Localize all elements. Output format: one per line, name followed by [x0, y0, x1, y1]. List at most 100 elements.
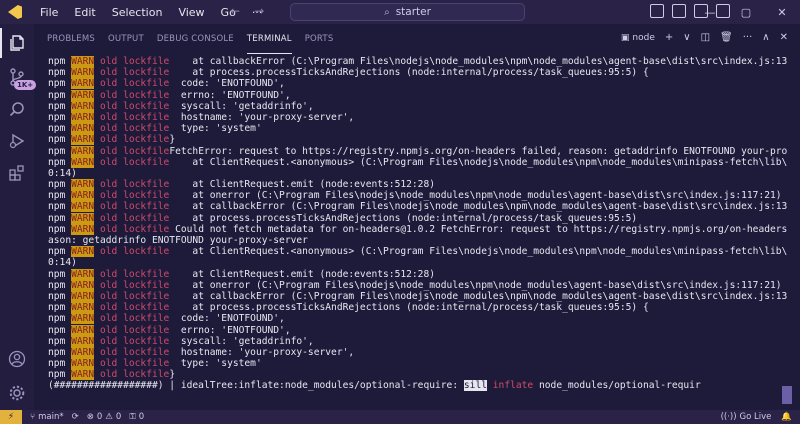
sync-icon[interactable]: ⟳	[72, 412, 79, 422]
kill-terminal-icon[interactable]: 🗑	[720, 32, 733, 43]
search-icon: ⌕	[384, 6, 390, 18]
menu-selection[interactable]: Selection	[104, 6, 171, 19]
npm-prefix: npm	[48, 302, 66, 314]
npm-prefix: npm	[48, 100, 66, 112]
terminal-line: npm WARN old lockfile at callbackError (…	[48, 290, 788, 302]
back-arrow-icon[interactable]: ←	[230, 4, 240, 18]
terminal-line: npm WARN old lockfile at callbackError (…	[48, 56, 788, 67]
source-control-icon[interactable]: 1K+	[0, 62, 37, 92]
tab-problems[interactable]: PROBLEMS	[47, 24, 95, 54]
npm-prefix: npm	[48, 290, 66, 302]
go-live-button[interactable]: ((·)) Go Live	[721, 412, 772, 422]
log-tag: old lockfile	[100, 190, 170, 202]
split-terminal-icon[interactable]: ◫	[701, 32, 710, 43]
log-tag: old lockfile	[100, 313, 170, 325]
warn-badge: WARN	[71, 100, 95, 112]
terminal-line: npm WARN old lockfile type: 'system'	[48, 123, 788, 135]
more-actions-icon[interactable]: ···	[743, 32, 753, 43]
log-tag: old lockfile	[100, 78, 170, 90]
ports-indicator[interactable]: ⚿ 0	[129, 412, 144, 422]
log-text: hostname: 'your-proxy-server',	[169, 111, 355, 123]
menu-view[interactable]: View	[170, 6, 212, 19]
broadcast-icon: ((·))	[720, 412, 737, 422]
warn-badge: WARN	[71, 302, 95, 314]
warn-badge: WARN	[71, 123, 95, 135]
tab-terminal[interactable]: TERMINAL	[246, 24, 292, 54]
vscode-logo-icon	[8, 5, 22, 19]
inflate-label: inflate	[492, 380, 534, 392]
extensions-icon[interactable]	[0, 158, 34, 188]
log-tag: old lockfile	[100, 123, 170, 135]
terminal-output[interactable]: npm WARN old lockfile at callbackError (…	[48, 56, 788, 410]
settings-gear-icon[interactable]	[0, 378, 34, 408]
log-text: }	[169, 369, 176, 381]
log-tag: old lockfile	[100, 179, 170, 191]
run-debug-icon[interactable]	[0, 126, 34, 156]
minimize-icon[interactable]: —	[692, 0, 728, 24]
warn-badge: WARN	[71, 279, 95, 291]
forward-arrow-icon[interactable]: →	[254, 4, 264, 18]
warn-badge: WARN	[71, 324, 95, 336]
close-panel-icon[interactable]: ✕	[780, 32, 788, 43]
command-center-search[interactable]: ⌕ starter	[290, 3, 525, 21]
terminal-line: 0:14)	[48, 168, 788, 179]
terminal-icon: ▣	[620, 32, 630, 43]
search-view-icon[interactable]	[0, 94, 34, 124]
explorer-icon[interactable]	[0, 28, 34, 58]
warning-count: 0	[115, 412, 122, 422]
npm-prefix: npm	[48, 369, 66, 381]
progress-path: node_modules/optional-requir	[533, 380, 701, 392]
terminal-line: npm WARN old lockfile}	[48, 134, 788, 146]
terminal-selector[interactable]: ▣ node	[621, 33, 655, 43]
npm-prefix: npm	[48, 324, 66, 336]
log-text: at onerror (C:\Program Files\nodejs\node…	[169, 279, 782, 291]
npm-prefix: npm	[48, 246, 66, 258]
accounts-icon[interactable]	[0, 344, 34, 374]
toggle-panel-icon[interactable]	[672, 4, 686, 18]
npm-prefix: npm	[48, 223, 66, 235]
warn-badge: WARN	[71, 335, 95, 347]
close-window-icon[interactable]: ✕	[764, 0, 800, 24]
log-text: errno: 'ENOTFOUND',	[169, 324, 291, 336]
log-tag: old lockfile	[100, 223, 170, 235]
log-text: at callbackError (C:\Program Files\nodej…	[169, 56, 788, 67]
npm-prefix: npm	[48, 111, 66, 123]
menu-edit[interactable]: Edit	[66, 6, 103, 19]
new-terminal-icon[interactable]: +	[665, 32, 673, 43]
terminal-line: npm WARN old lockfile at ClientRequest.<…	[48, 246, 788, 258]
warn-badge: WARN	[71, 67, 95, 79]
tab-debug-console[interactable]: DEBUG CONSOLE	[157, 24, 234, 54]
log-tag: old lockfile	[100, 89, 170, 101]
npm-prefix: npm	[48, 145, 66, 157]
notifications-bell-icon[interactable]: 🔔	[781, 412, 792, 422]
ports-icon: ⚿	[129, 412, 136, 422]
branch-indicator[interactable]: ⑂ main*	[30, 412, 64, 422]
progress-separator: |	[163, 380, 181, 392]
warn-badge: WARN	[71, 212, 95, 224]
npm-prefix: npm	[48, 279, 66, 291]
npm-prefix: npm	[48, 313, 66, 325]
log-text: code: 'ENOTFOUND',	[169, 313, 285, 325]
terminal-scrollbar[interactable]	[782, 386, 792, 404]
remote-indicator[interactable]: ⚡	[0, 410, 22, 424]
log-text: at ClientRequest.emit (node:events:512:2…	[169, 268, 436, 280]
ports-count: 0	[138, 412, 145, 422]
toggle-sidebar-icon[interactable]	[650, 4, 664, 18]
menu-file[interactable]: File	[32, 6, 66, 19]
npm-prefix: npm	[48, 134, 66, 146]
log-tag: old lockfile	[100, 201, 170, 213]
log-text: at callbackError (C:\Program Files\nodej…	[169, 201, 788, 213]
tab-ports[interactable]: PORTS	[305, 24, 334, 54]
tab-output[interactable]: OUTPUT	[108, 24, 144, 54]
log-tag: old lockfile	[100, 358, 170, 370]
problems-indicator[interactable]: ⊗ 0 ⚠ 0	[87, 412, 122, 422]
npm-prefix: npm	[48, 358, 66, 370]
log-text: at ClientRequest.<anonymous> (C:\Program…	[169, 246, 788, 258]
activity-bar: 1K+	[0, 24, 37, 410]
terminal-dropdown-icon[interactable]: ∨	[683, 32, 690, 43]
npm-prefix: npm	[48, 123, 66, 135]
status-bar: ⚡ ⑂ main* ⟳ ⊗ 0 ⚠ 0 ⚿ 0 ((·)) Go Live 🔔	[0, 410, 800, 424]
maximize-panel-icon[interactable]: ∧	[762, 32, 769, 43]
maximize-icon[interactable]: ▢	[728, 0, 764, 24]
log-text: at onerror (C:\Program Files\nodejs\node…	[169, 190, 782, 202]
